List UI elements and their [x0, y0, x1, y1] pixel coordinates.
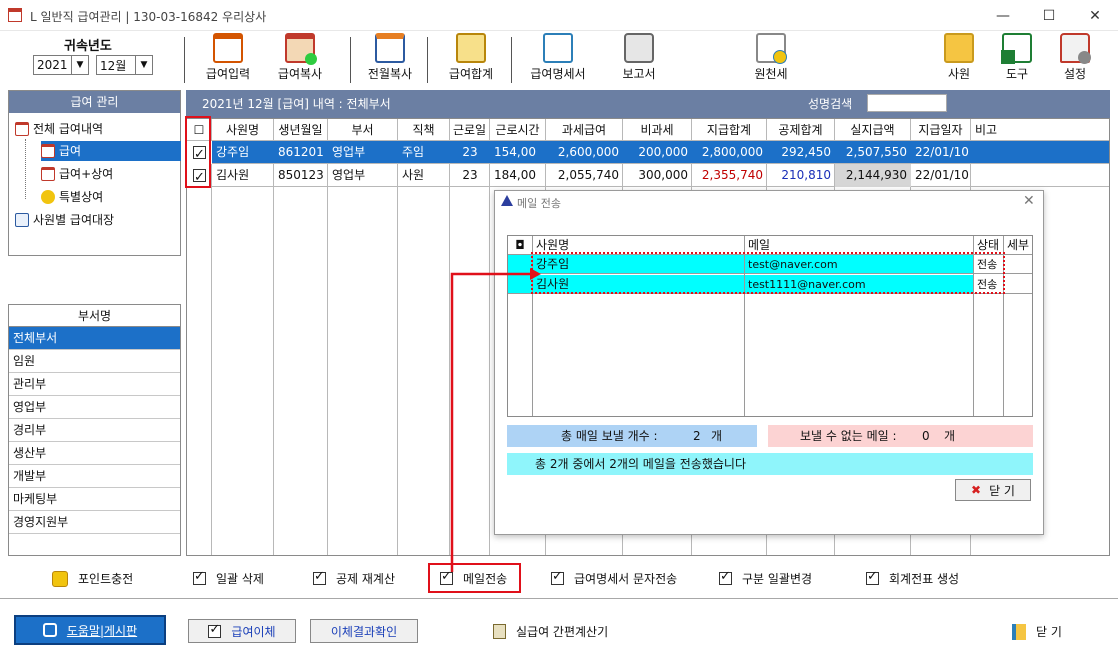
- bulk-change-checkbox[interactable]: [719, 569, 732, 585]
- annotation-arrow: [450, 268, 541, 572]
- point-charge-button[interactable]: 포인트충전: [52, 570, 133, 587]
- voucher-option[interactable]: 회계전표 생성: [866, 569, 959, 587]
- salary-transfer-button[interactable]: 급여이체: [188, 619, 296, 643]
- net-pay-calculator-button[interactable]: 실급여 간편계산기: [493, 623, 608, 640]
- bulk-delete-checkbox[interactable]: [193, 569, 206, 585]
- transfer-result-button[interactable]: 이체결과확인: [310, 619, 418, 643]
- sms-send-option[interactable]: 급여명세서 문자전송: [551, 569, 677, 587]
- sms-send-checkbox[interactable]: [551, 569, 564, 585]
- options-bar: 포인트충전 일괄 삭제 공제 재계산 메일전송 급여명세서 문자전송 구분 일괄…: [0, 566, 1118, 592]
- bulk-change-option[interactable]: 구분 일괄변경: [719, 569, 812, 587]
- salary-transfer-checkbox[interactable]: [208, 622, 222, 638]
- recalc-option[interactable]: 공제 재계산: [313, 569, 395, 587]
- voucher-checkbox[interactable]: [866, 569, 879, 585]
- bulk-delete-option[interactable]: 일괄 삭제: [193, 569, 264, 587]
- coin-cart-icon: [52, 570, 68, 587]
- help-board-button[interactable]: 도움말|게시판: [14, 615, 166, 645]
- calculator-icon: [493, 624, 506, 639]
- mail-send-highlight: [428, 563, 521, 593]
- recalc-checkbox[interactable]: [313, 569, 326, 585]
- help-icon: [42, 623, 57, 637]
- exit-door-icon: [1012, 623, 1026, 640]
- bottom-bar: 도움말|게시판 급여이체 이체결과확인 실급여 간편계산기 닫 기: [0, 598, 1118, 659]
- close-app-button[interactable]: 닫 기: [1012, 623, 1062, 640]
